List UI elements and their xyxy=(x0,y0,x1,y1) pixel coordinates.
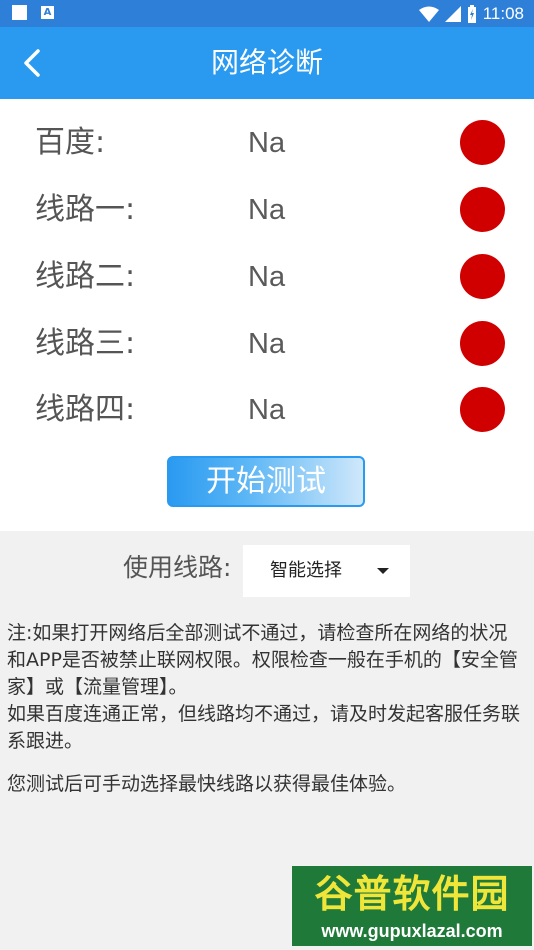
note-permission: 注:如果打开网络后全部测试不通过，请检查所在网络的状况和APP是否被禁止联网权限… xyxy=(7,622,518,698)
route-selected-value: 智能选择 xyxy=(270,560,342,581)
check-value: Na xyxy=(248,394,286,426)
page-title: 网络诊断 xyxy=(210,46,323,79)
check-row-baidu: 百度: Na xyxy=(0,119,534,169)
status-indicator xyxy=(460,120,505,165)
note-support: 如果百度连通正常，但线路均不通过，请及时发起客服任务联系跟进。 xyxy=(7,703,521,752)
diagnosis-panel: 百度: Na 线路一: Na 线路二: Na 线路三: Na 线路四: Na 开… xyxy=(0,99,534,531)
start-test-button[interactable]: 开始测试 xyxy=(167,456,365,507)
app-bar: 网络诊断 xyxy=(0,27,534,99)
check-row-line-2: 线路二: Na xyxy=(0,253,534,303)
watermark-logo: 谷普软件园 www.gupuxlazal.com xyxy=(292,866,532,946)
status-indicator xyxy=(460,254,505,299)
status-indicator xyxy=(460,187,505,232)
check-value: Na xyxy=(248,261,286,293)
status-indicator xyxy=(460,321,505,366)
check-row-line-3: 线路三: Na xyxy=(0,320,534,370)
wifi-icon xyxy=(418,6,439,22)
signal-icon xyxy=(444,5,461,22)
check-label: 线路二: xyxy=(35,259,136,294)
help-notes: 注:如果打开网络后全部测试不通过，请检查所在网络的状况和APP是否被禁止联网权限… xyxy=(7,620,523,798)
note-tip: 您测试后可手动选择最快线路以获得最佳体验。 xyxy=(7,773,407,795)
notification-icon xyxy=(12,5,27,20)
route-dropdown[interactable]: 智能选择 xyxy=(243,545,410,597)
route-label: 使用线路: xyxy=(123,553,232,582)
status-indicator xyxy=(460,387,505,432)
dropdown-caret-icon xyxy=(377,568,389,574)
status-bar: A 11:08 xyxy=(0,0,534,27)
check-value: Na xyxy=(248,194,286,226)
app-notification-icon: A xyxy=(41,6,54,19)
check-label: 线路四: xyxy=(35,392,136,427)
check-label: 百度: xyxy=(35,125,106,160)
check-row-line-4: 线路四: Na xyxy=(0,386,534,436)
check-value: Na xyxy=(248,127,286,159)
status-bar-right: 11:08 xyxy=(418,3,524,24)
clock: 11:08 xyxy=(482,3,524,23)
check-value: Na xyxy=(248,328,286,360)
check-row-line-1: 线路一: Na xyxy=(0,186,534,236)
check-label: 线路三: xyxy=(35,326,136,361)
battery-charging-icon xyxy=(467,4,476,23)
check-label: 线路一: xyxy=(35,192,136,227)
watermark-name: 谷普软件园 xyxy=(314,872,510,916)
watermark-url: www.gupuxlazal.com xyxy=(321,921,503,941)
